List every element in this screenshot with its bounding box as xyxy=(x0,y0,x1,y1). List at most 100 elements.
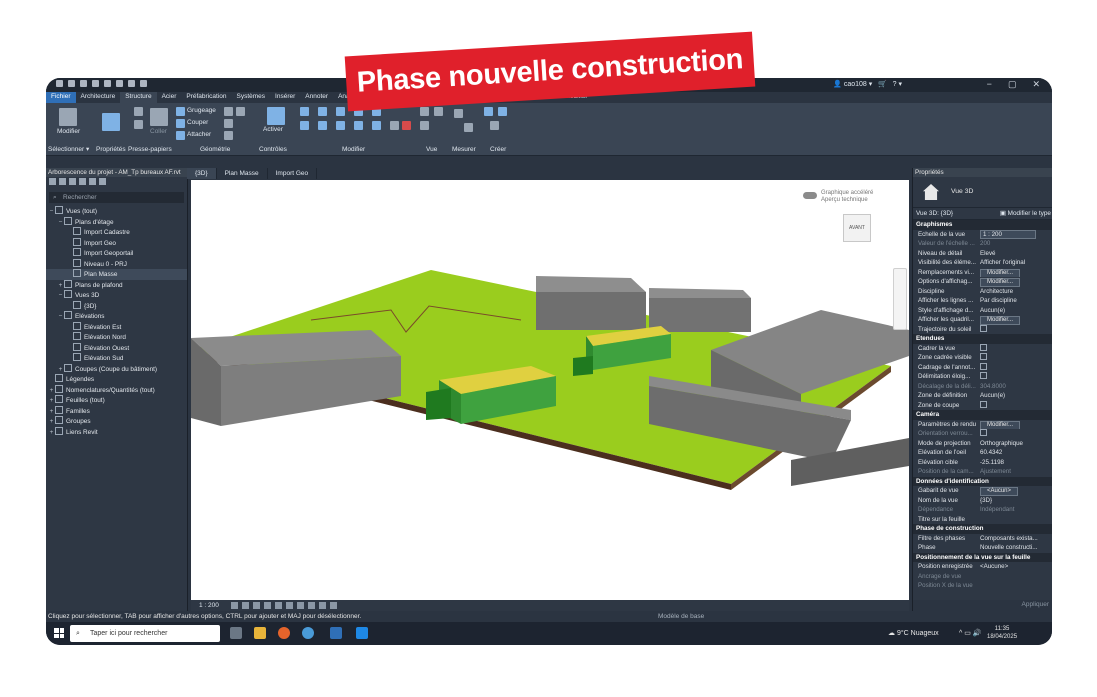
checkbox[interactable] xyxy=(980,324,987,332)
ribbon-tab-2[interactable]: Structure xyxy=(120,92,157,103)
property-value[interactable]: <Aucun> xyxy=(977,486,1052,496)
property-value[interactable] xyxy=(977,353,1052,363)
tree-item[interactable]: Import Geoportail xyxy=(46,248,187,259)
cope-icon[interactable] xyxy=(176,107,185,116)
tree-item[interactable]: Niveau 0 - PRJ xyxy=(46,258,187,270)
select-group[interactable]: Modifier Sélectionner ▾ xyxy=(46,103,91,155)
ribbon-tab-7[interactable]: Annoter xyxy=(300,92,333,103)
wall-join-icon[interactable] xyxy=(224,119,233,128)
save-icon[interactable] xyxy=(68,80,75,87)
create-group[interactable]: Créer xyxy=(482,103,512,155)
property-value[interactable] xyxy=(977,581,1052,591)
properties-icon[interactable] xyxy=(102,113,120,131)
property-value-control[interactable]: Modifier... xyxy=(980,268,1021,277)
cut-geometry-icon[interactable] xyxy=(176,119,185,128)
show-crop-icon[interactable] xyxy=(296,602,304,609)
tree-item[interactable]: Elévation Est xyxy=(46,321,187,333)
view-group[interactable]: Vue xyxy=(418,103,448,155)
property-section[interactable]: Caméra xyxy=(913,410,1052,420)
tree-item[interactable]: Légendes xyxy=(46,374,187,385)
tree-item[interactable]: + Nomenclatures/Quantités (tout) xyxy=(46,384,187,396)
tree-item[interactable]: Elévation Ouest xyxy=(46,342,187,354)
property-section[interactable]: Données d'identification xyxy=(913,476,1052,486)
checkbox[interactable] xyxy=(980,400,987,408)
property-value[interactable] xyxy=(977,324,1052,335)
select-group-label[interactable]: Sélectionner ▾ xyxy=(48,145,89,153)
property-value[interactable]: <Aucune> xyxy=(977,562,1052,572)
ribbon-tab-5[interactable]: Systèmes xyxy=(232,92,271,103)
revit-app-icon[interactable] xyxy=(330,627,342,639)
view-tab-0[interactable]: {3D} xyxy=(187,168,217,179)
paint-icon[interactable] xyxy=(224,131,233,140)
properties-group[interactable]: Propriétés xyxy=(96,103,126,155)
property-section[interactable]: Positionnement de la vue sur la feuille xyxy=(913,552,1052,562)
delete-icon[interactable] xyxy=(402,121,411,130)
property-value[interactable]: Modifier... xyxy=(977,420,1052,429)
tree-item[interactable]: + Liens Revit xyxy=(46,426,187,438)
instance-selector[interactable]: Vue 3D: {3D} ▣ Modifier le type xyxy=(913,208,1052,220)
browser-family-icon[interactable] xyxy=(89,178,96,185)
attach-icon[interactable] xyxy=(176,131,185,140)
open-icon[interactable] xyxy=(56,80,63,87)
tree-item[interactable]: {3D} xyxy=(46,300,187,312)
override-icon[interactable] xyxy=(434,107,443,116)
property-value-control[interactable]: Modifier... xyxy=(980,420,1021,429)
accelerated-graphics-toggle[interactable] xyxy=(803,192,817,199)
property-value[interactable]: Nouvelle constructi... xyxy=(977,543,1052,553)
ribbon-tab-1[interactable]: Architecture xyxy=(76,92,121,103)
activate-icon[interactable] xyxy=(267,107,285,125)
property-value[interactable]: {3D} xyxy=(977,496,1052,506)
activate-label[interactable]: Activer xyxy=(263,126,283,133)
property-section[interactable]: Graphismes xyxy=(913,220,1052,230)
detail-level-icon[interactable] xyxy=(230,602,238,609)
tree-item[interactable]: Elévation Nord xyxy=(46,332,187,343)
active-workset[interactable]: Modèle de base xyxy=(658,611,704,622)
property-value-control[interactable]: 1 : 200 xyxy=(980,229,1036,239)
property-value[interactable]: Elevé xyxy=(977,249,1052,259)
offset-icon[interactable] xyxy=(318,107,327,116)
property-value[interactable]: Modifier... xyxy=(977,268,1052,277)
3d-viewport[interactable]: Graphique accéléré Aperçu technique AVAN… xyxy=(191,180,909,600)
checkbox[interactable] xyxy=(980,429,987,436)
property-value[interactable] xyxy=(977,572,1052,582)
browser-sheet-icon[interactable] xyxy=(59,178,66,185)
copy-icon[interactable] xyxy=(134,120,143,129)
edit-type-button[interactable]: ▣ Modifier le type xyxy=(1000,208,1051,219)
checkbox[interactable] xyxy=(980,372,987,379)
geometry-group[interactable]: Grugeage Couper Attacher Géométrie xyxy=(174,103,254,155)
measure-tool-icon[interactable] xyxy=(454,109,463,118)
property-value[interactable]: Afficher l'original xyxy=(977,258,1052,268)
apply-button[interactable]: Appliquer xyxy=(1022,601,1049,608)
crop-icon[interactable] xyxy=(285,602,293,609)
controls-group[interactable]: Activer Contrôles xyxy=(256,103,296,155)
hide-icon[interactable] xyxy=(420,107,429,116)
ribbon-tab-0[interactable]: Fichier xyxy=(46,92,76,103)
join-icon[interactable] xyxy=(224,107,233,116)
tree-item[interactable]: Plan Masse xyxy=(46,269,187,280)
attach-label[interactable]: Attacher xyxy=(187,131,211,138)
measure-icon[interactable] xyxy=(116,80,123,87)
property-value[interactable]: Modifier... xyxy=(977,315,1052,325)
property-value[interactable] xyxy=(977,429,1052,439)
property-value[interactable] xyxy=(977,372,1052,382)
modify-cursor-icon[interactable] xyxy=(59,108,77,126)
tree-item[interactable]: + Familles xyxy=(46,405,187,417)
hide-isolate-icon[interactable] xyxy=(318,602,326,609)
create-group-icon[interactable] xyxy=(490,121,499,130)
media-app-icon[interactable] xyxy=(356,627,368,639)
property-value[interactable]: Aucun(e) xyxy=(977,306,1052,316)
shadows-icon[interactable] xyxy=(263,602,271,609)
pin-icon[interactable] xyxy=(390,121,399,130)
system-tray[interactable]: ^ ▭ 🔊 xyxy=(959,629,982,637)
weather-widget[interactable]: ☁ 9°C Nuageux xyxy=(888,629,939,637)
user-account[interactable]: 👤 cao108 ▾ 🛒 ? ▾ xyxy=(833,80,902,88)
redo-icon[interactable] xyxy=(92,80,99,87)
property-value[interactable]: Modifier... xyxy=(977,277,1052,287)
property-value[interactable] xyxy=(977,400,1052,411)
property-value[interactable]: Ajustement xyxy=(977,467,1052,477)
lock-view-icon[interactable] xyxy=(307,602,315,609)
property-value[interactable] xyxy=(977,362,1052,373)
property-value[interactable]: Indépendant xyxy=(977,505,1052,515)
quick-access-toolbar[interactable] xyxy=(56,80,147,87)
unjoin-icon[interactable] xyxy=(236,107,245,116)
